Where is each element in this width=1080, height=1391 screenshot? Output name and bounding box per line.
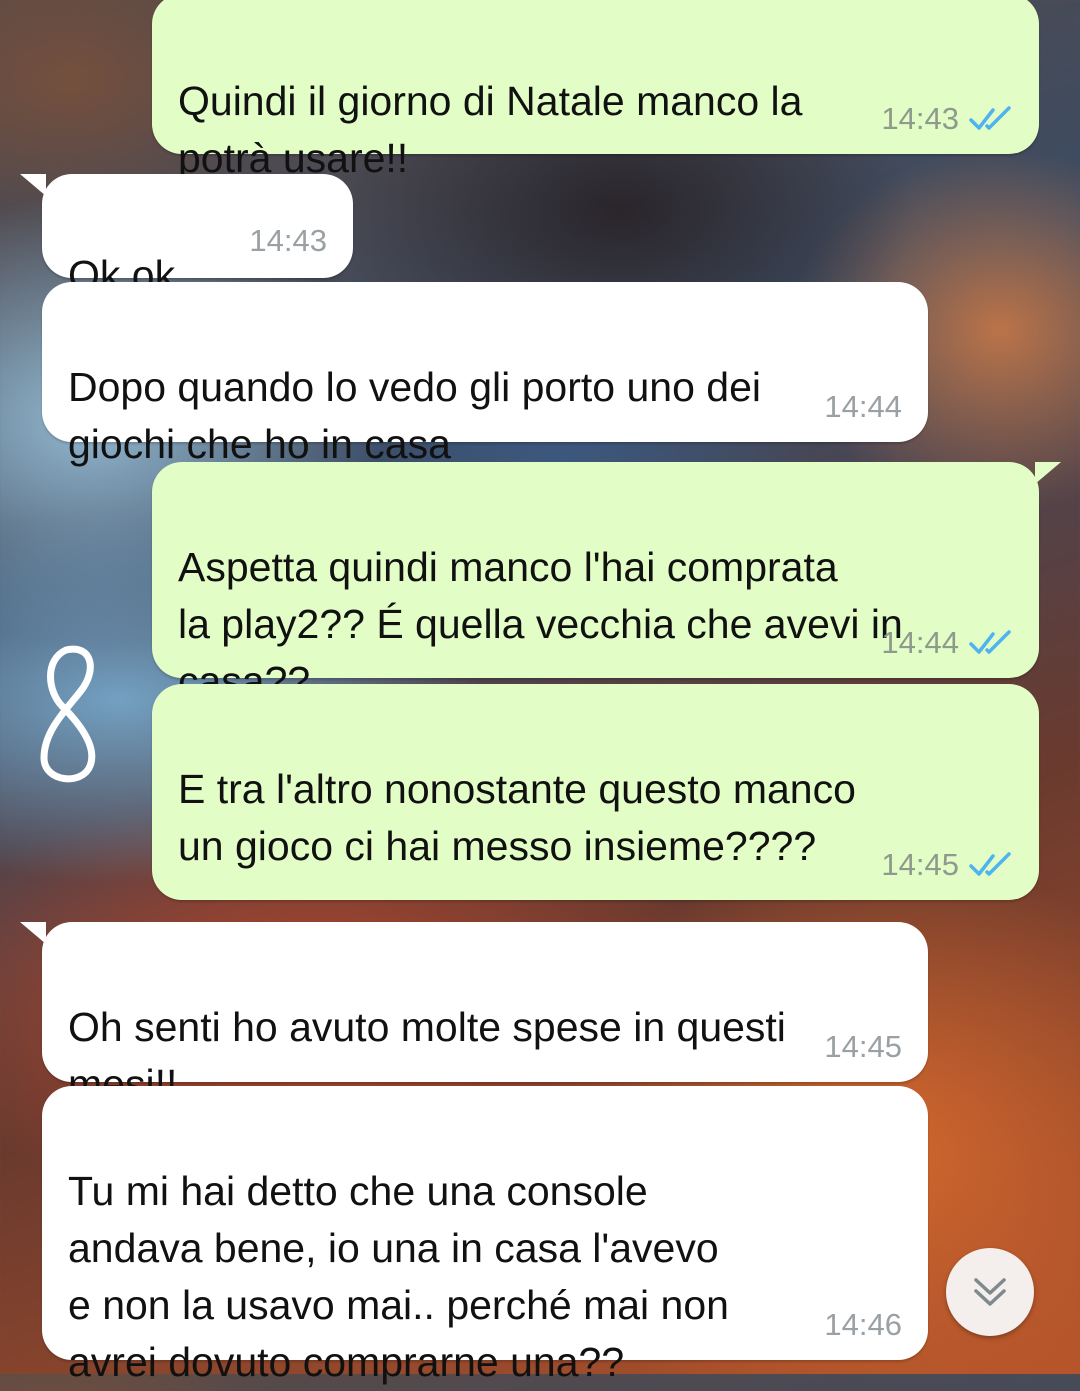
message-text: Aspetta quindi manco l'hai comprata la p… — [178, 544, 903, 704]
message-bubble-outgoing[interactable]: Quindi il giorno di Natale manco la potr… — [152, 0, 1039, 181]
message-meta: 14:46 — [824, 1308, 902, 1342]
message-bubble-incoming[interactable]: Ok ok 14:43 — [20, 174, 353, 298]
message-time: 14:45 — [881, 847, 959, 882]
double-check-icon — [969, 852, 1011, 876]
double-check-icon — [969, 106, 1011, 130]
message-meta: 14:43 — [881, 102, 1013, 136]
message-time: 14:44 — [824, 389, 902, 424]
message-text: Tu mi hai detto che una console andava b… — [68, 1168, 729, 1385]
double-check-icon — [969, 630, 1011, 654]
message-bubble-outgoing[interactable]: Aspetta quindi manco l'hai comprata la p… — [152, 462, 1061, 704]
message-meta: 14:44 — [824, 390, 902, 424]
message-time: 14:44 — [881, 625, 959, 660]
message-time: 14:43 — [881, 101, 959, 136]
message-meta: 14:43 — [249, 224, 327, 258]
message-time: 14:45 — [824, 1029, 902, 1064]
message-meta: 14:45 — [881, 848, 1013, 882]
message-meta: 14:44 — [881, 626, 1013, 660]
message-meta: 14:45 — [824, 1030, 902, 1064]
handwritten-8-doodle — [40, 645, 96, 783]
message-time: 14:46 — [824, 1307, 902, 1342]
scroll-to-bottom-button[interactable] — [946, 1248, 1034, 1336]
message-time: 14:43 — [249, 223, 327, 258]
message-text: E tra l'altro nonostante questo manco un… — [178, 766, 856, 869]
message-bubble-outgoing[interactable]: E tra l'altro nonostante questo manco un… — [152, 684, 1039, 900]
message-text: Dopo quando lo vedo gli porto uno dei gi… — [68, 364, 761, 467]
message-bubble-incoming[interactable]: Tu mi hai detto che una console andava b… — [42, 1086, 928, 1385]
message-bubble-incoming[interactable]: Dopo quando lo vedo gli porto uno dei gi… — [42, 282, 928, 467]
chevron-double-down-icon — [974, 1278, 1006, 1306]
message-bubble-incoming[interactable]: Oh senti ho avuto molte spese in questi … — [20, 922, 928, 1107]
message-text: Quindi il giorno di Natale manco la potr… — [178, 78, 803, 181]
